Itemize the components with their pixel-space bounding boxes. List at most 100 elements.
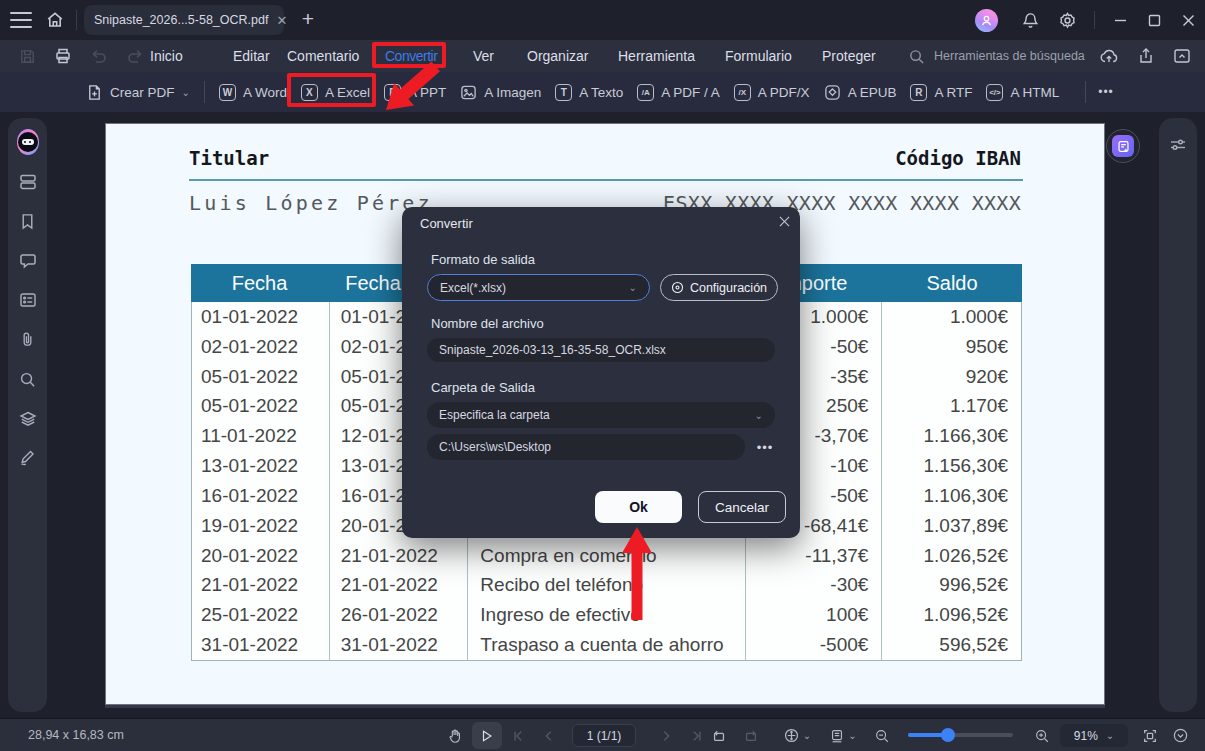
- dialog-close-icon[interactable]: [779, 216, 790, 227]
- home-icon[interactable]: [45, 10, 65, 30]
- redo-icon[interactable]: [124, 45, 146, 67]
- next-page-icon[interactable]: [655, 719, 677, 751]
- ai-assistant-icon[interactable]: [17, 131, 39, 153]
- status-bar: 28,94 x 16,83 cm 1 (1/1) ⌄ ⌄ 91% ⌄: [0, 718, 1205, 751]
- menu-bar: Inicio Editar Comentario Convertir Ver Organi…: [0, 40, 1205, 72]
- hamburger-menu-icon[interactable]: [10, 12, 32, 28]
- more-tools-button[interactable]: •••: [1098, 85, 1114, 99]
- browse-button[interactable]: •••: [752, 434, 778, 460]
- document-tab[interactable]: Snipaste_2026...5-58_OCR.pdf ✕: [84, 5, 284, 35]
- attachments-icon[interactable]: [17, 329, 39, 351]
- tool-a-rtf[interactable]: RA RTF: [910, 84, 972, 101]
- properties-tune-icon[interactable]: [1167, 134, 1189, 156]
- prev-page-icon[interactable]: [538, 719, 560, 751]
- select-tool-icon[interactable]: [472, 722, 502, 749]
- table-cell: 1.156,30€: [881, 451, 1021, 481]
- tool-a-pdf-a[interactable]: /AA PDF / A: [637, 84, 720, 101]
- menu-item-convertir[interactable]: Convertir: [385, 40, 437, 72]
- search-box[interactable]: Herramientas de búsqueda: [908, 40, 1085, 72]
- menu-item-organizar[interactable]: Organizar: [527, 40, 588, 72]
- zoom-out-icon[interactable]: [870, 719, 894, 751]
- T-format-icon: T: [555, 84, 572, 101]
- folder-select[interactable]: Especifica la carpeta ⌄: [427, 402, 775, 428]
- zoom-level-select[interactable]: 91% ⌄: [1060, 724, 1128, 747]
- rotate-left-icon[interactable]: [707, 719, 731, 751]
- table-cell: 1.096,52€: [881, 600, 1021, 630]
- tool-a-ppt[interactable]: PA PPT: [384, 84, 446, 101]
- titlebar-divider: [76, 10, 77, 30]
- thumbnails-icon[interactable]: [17, 171, 39, 193]
- first-page-icon[interactable]: [508, 719, 530, 751]
- format-select[interactable]: Excel(*.xlsx) ⌄: [427, 274, 650, 301]
- zoom-in-icon[interactable]: [1030, 719, 1054, 751]
- share-icon[interactable]: [1137, 47, 1155, 65]
- configuration-button[interactable]: Configuración: [660, 274, 778, 301]
- tool-a-imagen[interactable]: A Imagen: [460, 84, 541, 101]
- maximize-button[interactable]: [1137, 0, 1171, 40]
- page-search-icon[interactable]: [17, 368, 39, 390]
- bookmarks-icon[interactable]: [17, 210, 39, 232]
- print-icon[interactable]: [52, 45, 74, 67]
- comments-icon[interactable]: [17, 250, 39, 272]
- create-pdf-button[interactable]: Crear PDF ⌄: [86, 84, 190, 101]
- path-input[interactable]: C:\Users\ws\Desktop: [427, 434, 745, 460]
- menu-item-comentario[interactable]: Comentario: [287, 40, 359, 72]
- tool-a-pdf-x[interactable]: /XA PDF/X: [734, 84, 810, 101]
- cancel-button[interactable]: Cancelar: [698, 491, 786, 523]
- notifications-bell-icon[interactable]: [1021, 11, 1040, 30]
- filename-input[interactable]: Snipaste_2026-03-13_16-35-58_OCR.xlsx: [427, 338, 775, 362]
- minimize-button[interactable]: [1103, 0, 1137, 40]
- menu-item-inicio[interactable]: Inicio: [150, 40, 183, 72]
- menu-item-herramienta[interactable]: Herramienta: [618, 40, 695, 72]
- signature-icon[interactable]: [17, 447, 39, 469]
- table-cell: -11,37€: [745, 541, 882, 571]
- table-cell: 21-01-2022: [329, 541, 468, 571]
- new-tab-button[interactable]: +: [297, 9, 319, 31]
- rotate-right-icon[interactable]: [739, 719, 763, 751]
- form-fields-icon[interactable]: [17, 289, 39, 311]
- menu-item-editar[interactable]: Editar: [233, 40, 270, 72]
- dialog-title: Convertir: [420, 216, 473, 231]
- tool-a-texto[interactable]: TA Texto: [555, 84, 623, 101]
- table-cell: 20-01-2022: [192, 541, 329, 571]
- tool-a-word[interactable]: WA Word: [219, 84, 287, 101]
- menu-item-ver[interactable]: Ver: [473, 40, 494, 72]
- save-icon[interactable]: [16, 45, 38, 67]
- close-button[interactable]: [1171, 0, 1205, 40]
- table-header-cell: Fecha: [191, 264, 328, 302]
- page-indicator[interactable]: 1 (1/1): [572, 724, 636, 747]
- tool-a-excel[interactable]: XA Excel: [301, 84, 370, 101]
- table-cell: Traspaso a cuenta de ahorro: [467, 630, 744, 660]
- P-format-icon: P: [384, 84, 401, 101]
- layers-icon[interactable]: [17, 408, 39, 430]
- ok-button[interactable]: Ok: [595, 491, 682, 523]
- tool-a-html[interactable]: </>A HTML: [986, 84, 1059, 101]
- table-cell: 996,52€: [881, 570, 1021, 600]
- create-pdf-icon: [86, 84, 103, 101]
- menu-item-formulario[interactable]: Formulario: [725, 40, 792, 72]
- undo-icon[interactable]: [88, 45, 110, 67]
- zoom-slider-thumb[interactable]: [941, 728, 955, 742]
- menu-item-proteger[interactable]: Proteger: [822, 40, 876, 72]
- table-cell: 1.170€: [881, 391, 1021, 421]
- read-mode-button[interactable]: ⌄: [824, 719, 862, 751]
- table-cell: 05-01-2022: [192, 362, 329, 392]
- table-cell: 1.037,89€: [881, 511, 1021, 541]
- pan-mode-button[interactable]: ⌄: [778, 719, 816, 751]
- settings-gear-icon[interactable]: [1058, 11, 1077, 30]
- floating-note-button[interactable]: [1106, 129, 1140, 163]
- table-cell: -500€: [745, 630, 882, 660]
- avatar[interactable]: [975, 9, 998, 32]
- panel-toggle-icon[interactable]: [1173, 47, 1191, 65]
- fit-screen-icon[interactable]: [1138, 719, 1162, 751]
- table-cell: 1.166,30€: [881, 421, 1021, 451]
- cloud-upload-icon[interactable]: [1099, 46, 1119, 66]
- collapse-bar-icon[interactable]: [1168, 719, 1192, 751]
- last-page-icon[interactable]: [685, 719, 707, 751]
- hand-tool-icon[interactable]: [444, 719, 466, 751]
- tool-a-epub[interactable]: A EPUB: [824, 84, 897, 101]
- table-cell: 920€: [881, 362, 1021, 392]
- format-chevron-icon: ⌄: [629, 282, 637, 293]
- tab-close-icon[interactable]: ✕: [276, 13, 287, 28]
- search-placeholder: Herramientas de búsqueda: [934, 49, 1085, 63]
